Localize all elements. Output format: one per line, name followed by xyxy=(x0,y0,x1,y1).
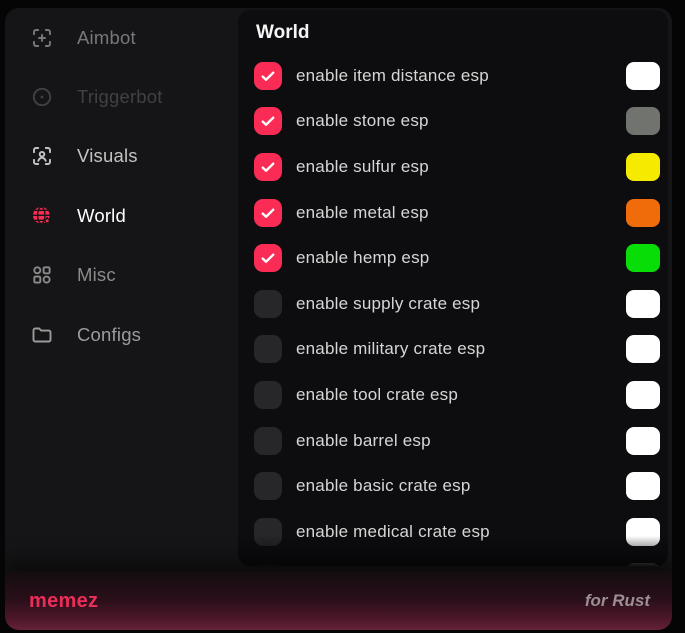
settings-row: enable tool crate esp xyxy=(238,372,668,418)
settings-row: enable barrel esp xyxy=(238,418,668,464)
setting-label: enable item distance esp xyxy=(296,66,489,86)
user-scan-icon xyxy=(30,144,54,168)
settings-row: enable basic crate esp xyxy=(238,463,668,509)
checkbox-checked[interactable] xyxy=(254,153,282,181)
sidebar-item-visuals[interactable]: Visuals xyxy=(5,127,238,186)
color-swatch[interactable] xyxy=(626,472,660,500)
sidebar-item-label: Visuals xyxy=(77,145,138,167)
setting-label: enable supply crate esp xyxy=(296,294,480,314)
settings-row-list: enable item distance esp enable stone esp… xyxy=(238,53,668,566)
brand-label: memez xyxy=(29,590,98,613)
checkbox-unchecked[interactable] xyxy=(254,518,282,546)
color-swatch[interactable] xyxy=(626,62,660,90)
check-icon xyxy=(259,204,277,222)
settings-row: enable hemp esp xyxy=(238,235,668,281)
sidebar-nav: Aimbot Triggerbot Visuals World Misc Configs xyxy=(5,8,238,572)
check-icon xyxy=(259,158,277,176)
color-swatch[interactable] xyxy=(626,563,660,566)
checkbox-unchecked[interactable] xyxy=(254,290,282,318)
check-icon xyxy=(259,67,277,85)
settings-row: enable supply crate esp xyxy=(238,281,668,327)
app-root: AimbotTriggerbotVisualsWorldMiscConfigs … xyxy=(0,0,685,633)
color-swatch[interactable] xyxy=(626,518,660,546)
settings-row: enable medical crate esp xyxy=(238,509,668,555)
footer-bar: memez for Rust xyxy=(5,572,672,630)
color-swatch[interactable] xyxy=(626,335,660,363)
check-icon xyxy=(259,112,277,130)
setting-label: enable tool crate esp xyxy=(296,385,458,405)
settings-row-partial xyxy=(238,555,668,566)
sidebar-item-label: Misc xyxy=(77,264,116,286)
color-swatch[interactable] xyxy=(626,290,660,318)
checkbox-checked[interactable] xyxy=(254,107,282,135)
setting-label: enable military crate esp xyxy=(296,339,485,359)
color-swatch[interactable] xyxy=(626,107,660,135)
shapes-grid-icon xyxy=(30,263,54,287)
checkbox-unchecked[interactable] xyxy=(254,563,282,566)
checkbox-checked[interactable] xyxy=(254,62,282,90)
tagline-label: for Rust xyxy=(585,591,650,611)
color-swatch[interactable] xyxy=(626,381,660,409)
cheat-menu-window: AimbotTriggerbotVisualsWorldMiscConfigs … xyxy=(5,8,672,630)
color-swatch[interactable] xyxy=(626,199,660,227)
setting-label: enable medical crate esp xyxy=(296,522,490,542)
settings-row: enable metal esp xyxy=(238,190,668,236)
sidebar-item-world[interactable]: World xyxy=(5,186,238,245)
color-swatch[interactable] xyxy=(626,244,660,272)
checkbox-unchecked[interactable] xyxy=(254,381,282,409)
settings-row: enable sulfur esp xyxy=(238,144,668,190)
settings-row: enable military crate esp xyxy=(238,327,668,373)
checkbox-unchecked[interactable] xyxy=(254,335,282,363)
setting-label: enable barrel esp xyxy=(296,431,431,451)
crosshair-plus-icon xyxy=(30,26,54,50)
target-dot-icon xyxy=(30,85,54,109)
sidebar-item-label: Aimbot xyxy=(77,27,136,49)
folder-icon xyxy=(30,323,54,347)
setting-label: enable hemp esp xyxy=(296,248,429,268)
checkbox-unchecked[interactable] xyxy=(254,427,282,455)
setting-label: enable metal esp xyxy=(296,203,429,223)
setting-label: enable stone esp xyxy=(296,111,429,131)
panel-title: World xyxy=(256,22,309,44)
settings-row: enable item distance esp xyxy=(238,53,668,99)
sidebar-item-label: Configs xyxy=(77,324,141,346)
checkbox-unchecked[interactable] xyxy=(254,472,282,500)
color-swatch[interactable] xyxy=(626,427,660,455)
sidebar-item-configs[interactable]: Configs xyxy=(5,305,238,364)
sidebar-item-label: Triggerbot xyxy=(77,86,163,108)
check-icon xyxy=(259,249,277,267)
checkbox-checked[interactable] xyxy=(254,244,282,272)
sidebar-item-label: World xyxy=(77,205,126,227)
sidebar-item-triggerbot[interactable]: Triggerbot xyxy=(5,67,238,126)
settings-row: enable stone esp xyxy=(238,99,668,145)
sidebar-item-misc[interactable]: Misc xyxy=(5,246,238,305)
globe-star-icon xyxy=(30,204,54,228)
setting-label: enable basic crate esp xyxy=(296,476,471,496)
setting-label: enable sulfur esp xyxy=(296,157,429,177)
color-swatch[interactable] xyxy=(626,153,660,181)
sidebar-item-aimbot[interactable]: Aimbot xyxy=(5,8,238,67)
checkbox-checked[interactable] xyxy=(254,199,282,227)
world-settings-panel: World enable item distance esp enable sto… xyxy=(238,10,668,566)
